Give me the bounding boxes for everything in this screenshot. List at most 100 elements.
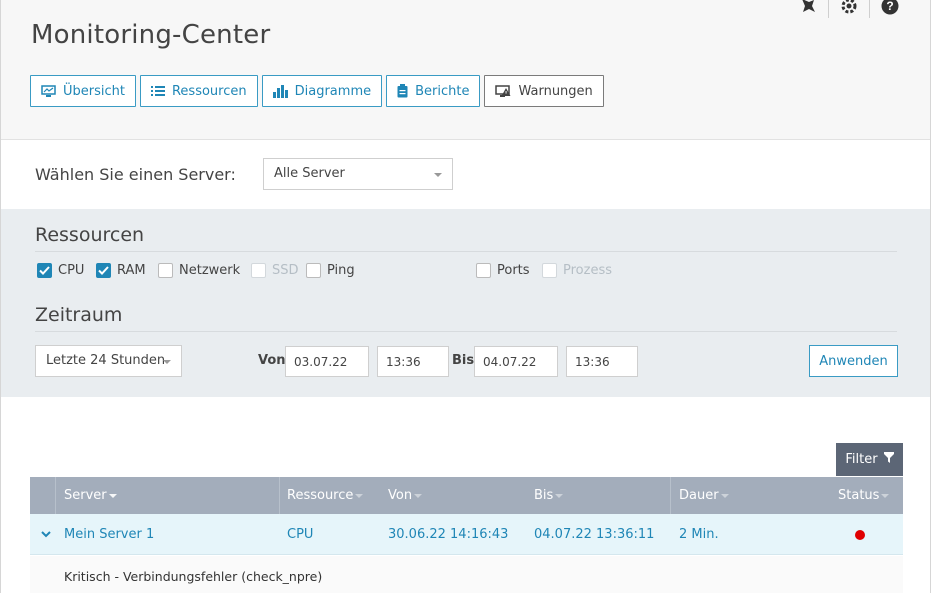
cell-duration: 2 Min. [679, 527, 719, 542]
tab-label: Übersicht [63, 83, 125, 99]
checkbox-label: SSD [272, 263, 299, 278]
checkbox-checked-icon [96, 263, 111, 278]
table-row[interactable]: Mein Server 1 CPU 30.06.22 14:16:43 04.0… [30, 514, 903, 555]
column-header-label: Bis [534, 488, 554, 503]
gear-icon[interactable] [828, 0, 869, 18]
main-tabs: Übersicht Ressourcen Diagramme Berichte [30, 75, 604, 107]
column-separator [670, 477, 671, 514]
column-header-label: Von [388, 488, 413, 503]
column-separator [55, 477, 56, 514]
checkbox-ports[interactable]: Ports [476, 263, 530, 278]
sort-icon [881, 493, 890, 498]
list-icon [150, 85, 165, 97]
divider [35, 331, 897, 332]
cell-server[interactable]: Mein Server 1 [64, 514, 154, 555]
column-header-status[interactable]: Status [838, 477, 890, 514]
server-select[interactable]: Alle Server [263, 158, 453, 190]
to-date-input[interactable]: 04.07.22 [474, 346, 558, 377]
checkbox-box [158, 263, 173, 278]
timerange-value: Letzte 24 Stunden [46, 353, 166, 368]
to-label: Bis [452, 353, 475, 368]
cell-resource: CPU [287, 527, 314, 542]
checkbox-label: CPU [58, 263, 85, 278]
tab-ressourcen[interactable]: Ressourcen [139, 75, 258, 107]
warning-monitor-icon [495, 84, 511, 98]
checkbox-label: Netzwerk [179, 263, 241, 278]
checkbox-box [251, 263, 266, 278]
column-header-bis[interactable]: Bis [534, 477, 564, 514]
row-detail: Kritisch - Verbindungsfehler (check_npre… [30, 556, 903, 593]
checkbox-label: Ping [327, 263, 355, 278]
checkbox-label: RAM [117, 263, 146, 278]
timeframe-title: Zeitraum [35, 304, 123, 326]
sort-down-icon [108, 493, 117, 498]
column-header-label: Dauer [679, 488, 719, 503]
resources-title: Ressourcen [35, 224, 145, 246]
server-selection-row: Wählen Sie einen Server: Alle Server [1, 141, 930, 209]
help-icon[interactable]: ? [869, 0, 910, 18]
page-header: ? Monitoring-Center Übersicht Ressourcen [1, 0, 930, 140]
to-time-input[interactable]: 13:36 [566, 346, 638, 377]
column-header-label: Server [64, 488, 107, 503]
checkbox-box [542, 263, 557, 278]
chevron-down-icon [163, 360, 171, 364]
tab-uebersicht[interactable]: Übersicht [30, 75, 136, 107]
filter-label: Filter [845, 452, 878, 467]
status-dot-icon [855, 529, 865, 540]
column-header-server[interactable]: Server [64, 477, 117, 514]
funnel-icon [883, 452, 894, 467]
bar-chart-icon [272, 84, 288, 98]
divider [35, 251, 897, 252]
checkbox-checked-icon [37, 263, 52, 278]
sort-icon [720, 493, 729, 498]
checkbox-ram[interactable]: RAM [96, 263, 146, 278]
checkbox-box [306, 263, 321, 278]
pin-icon[interactable] [787, 0, 828, 18]
tab-label: Berichte [415, 83, 470, 99]
column-header-label: Ressource [287, 488, 354, 503]
cell-from: 30.06.22 14:16:43 [388, 527, 509, 542]
checkbox-ssd: SSD [251, 263, 299, 278]
apply-button[interactable]: Anwenden [809, 345, 898, 377]
svg-text:?: ? [886, 0, 893, 13]
top-toolbar: ? [787, 0, 910, 18]
cell-to: 04.07.22 13:36:11 [534, 527, 655, 542]
server-select-label: Wählen Sie einen Server: [35, 165, 236, 184]
server-select-value: Alle Server [274, 166, 345, 181]
tab-berichte[interactable]: Berichte [386, 75, 481, 107]
checkbox-box [476, 263, 491, 278]
timerange-select[interactable]: Letzte 24 Stunden [35, 345, 182, 377]
sort-icon [555, 493, 564, 498]
tab-label: Diagramme [294, 83, 372, 99]
filter-panel: Ressourcen CPU RAM Netzwerk SSD Ping Por… [1, 209, 930, 397]
sort-icon [414, 493, 423, 498]
tab-diagramme[interactable]: Diagramme [261, 75, 383, 107]
tab-warnungen[interactable]: Warnungen [484, 75, 604, 107]
status-indicator [855, 514, 865, 555]
checkbox-label: Prozess [563, 263, 612, 278]
checkbox-prozess: Prozess [542, 263, 612, 278]
sort-icon [355, 493, 364, 498]
from-label: Von [258, 353, 286, 368]
column-header-von[interactable]: Von [388, 477, 423, 514]
results-table-header: Server Ressource Von Bis Dauer Status [30, 477, 903, 514]
column-header-label: Status [838, 488, 880, 503]
column-header-ressource[interactable]: Ressource [287, 477, 364, 514]
checkbox-ping[interactable]: Ping [306, 263, 355, 278]
from-date-input[interactable]: 03.07.22 [285, 346, 369, 377]
monitor-icon [41, 84, 56, 98]
expand-chevron-icon[interactable] [41, 514, 51, 555]
checkbox-netzwerk[interactable]: Netzwerk [158, 263, 240, 278]
page-title: Monitoring-Center [31, 20, 271, 50]
tab-label: Ressourcen [171, 83, 247, 99]
checkbox-cpu[interactable]: CPU [37, 263, 84, 278]
tab-label: Warnungen [518, 83, 593, 99]
filter-button[interactable]: Filter [836, 443, 903, 476]
from-time-input[interactable]: 13:36 [377, 346, 449, 377]
chevron-down-icon [434, 173, 442, 177]
column-header-dauer[interactable]: Dauer [679, 477, 729, 514]
clipboard-icon [397, 84, 408, 98]
column-separator [279, 477, 280, 514]
app-frame: ? Monitoring-Center Übersicht Ressourcen [0, 0, 931, 593]
row-detail-text: Kritisch - Verbindungsfehler (check_npre… [64, 569, 323, 584]
